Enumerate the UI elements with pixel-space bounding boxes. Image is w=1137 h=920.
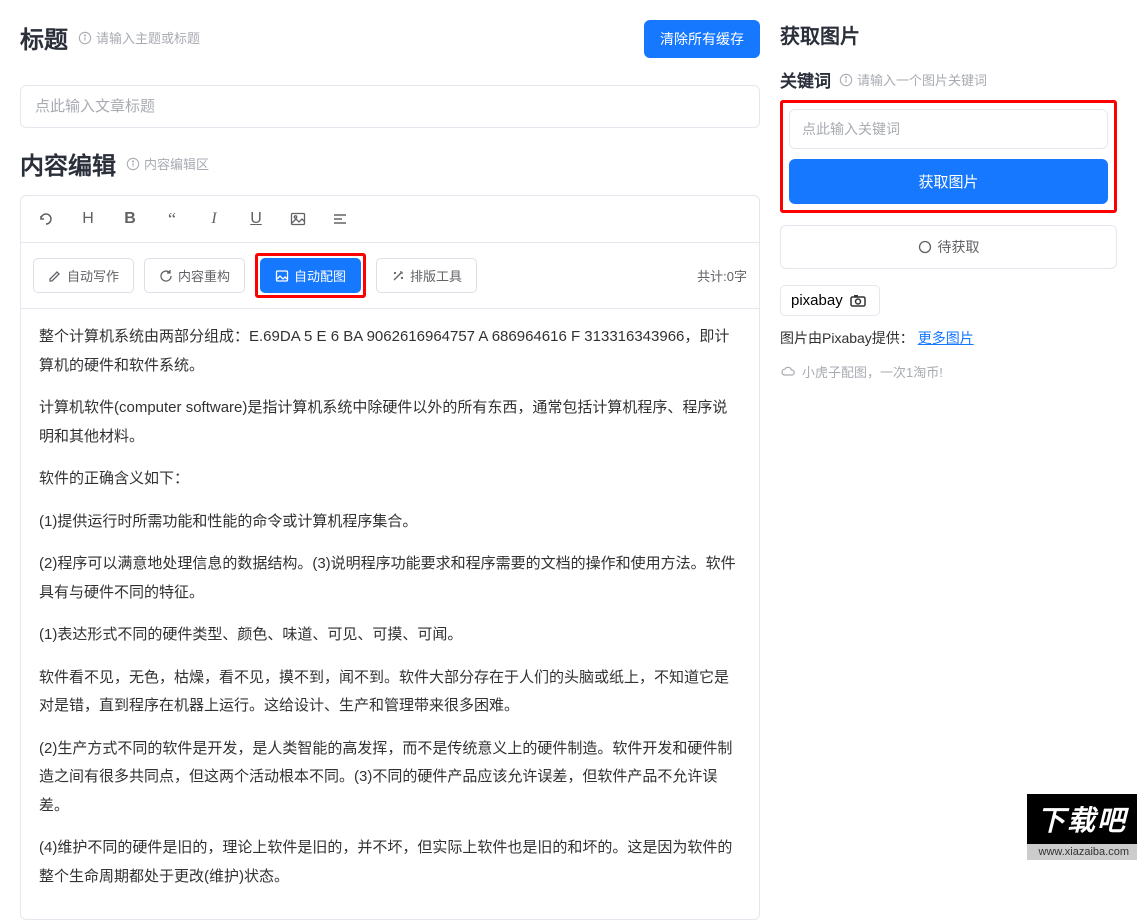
pending-button[interactable]: 待获取 xyxy=(780,225,1117,269)
content-hint: 内容编辑区 xyxy=(126,154,209,173)
info-icon xyxy=(78,31,92,45)
editor-content[interactable]: 整个计算机系统由两部分组成：E.69DA 5 E 6 BA 9062616964… xyxy=(21,309,759,919)
editor-paragraph: (2)程序可以满意地处理信息的数据结构。(3)说明程序功能要求和程序需要的文档的… xyxy=(39,550,741,607)
highlight-keyword-area: 获取图片 xyxy=(780,100,1117,213)
bold-button[interactable]: B xyxy=(115,204,145,234)
pixabay-logo: pixabay xyxy=(780,285,880,316)
keyword-hint: 请输入一个图片关键词 xyxy=(839,70,987,89)
sidebar-title: 获取图片 xyxy=(780,20,860,49)
editor-paragraph: (1)表达形式不同的硬件类型、颜色、味道、可见、可摸、可闻。 xyxy=(39,621,741,650)
highlight-auto-image: 自动配图 xyxy=(255,253,366,298)
cloud-icon xyxy=(780,366,796,378)
editor-paragraph: 计算机软件(computer software)是指计算机系统中除硬件以外的所有… xyxy=(39,394,741,451)
editor-paragraph: 软件的正确含义如下： xyxy=(39,465,741,494)
more-images-link[interactable]: 更多图片 xyxy=(918,330,974,346)
italic-button[interactable]: I xyxy=(199,204,229,234)
align-button[interactable] xyxy=(325,204,355,234)
editor-paragraph: (2)生产方式不同的软件是开发，是人类智能的高发挥，而不是传统意义上的硬件制造。… xyxy=(39,735,741,821)
provider-text: 图片由Pixabay提供： 更多图片 xyxy=(780,328,1117,348)
undo-button[interactable] xyxy=(31,204,61,234)
article-title-input[interactable] xyxy=(20,85,760,128)
cost-note: 小虎子配图，一次1淘币! xyxy=(780,362,1117,381)
image-button[interactable] xyxy=(283,204,313,234)
word-count: 共计:0字 xyxy=(697,266,747,285)
clear-cache-button[interactable]: 清除所有缓存 xyxy=(644,20,760,58)
watermark: 下载吧 www.xiazaiba.com xyxy=(1027,794,1137,860)
image-icon xyxy=(275,269,289,283)
action-row: 自动写作 内容重构 自动配图 排版工具 共计:0字 xyxy=(21,243,759,309)
info-icon xyxy=(126,157,140,171)
editor-paragraph: 整个计算机系统由两部分组成：E.69DA 5 E 6 BA 9062616964… xyxy=(39,323,741,380)
circle-icon xyxy=(918,240,932,254)
watermark-brand: 下载吧 xyxy=(1027,794,1137,844)
title-section-label: 标题 xyxy=(20,20,68,55)
title-hint: 请输入主题或标题 xyxy=(78,28,200,47)
content-section-label: 内容编辑 xyxy=(20,146,116,181)
restructure-button[interactable]: 内容重构 xyxy=(144,258,245,293)
wand-icon xyxy=(391,269,405,283)
editor-paragraph: 软件看不见，无色，枯燥，看不见，摸不到，闻不到。软件大部分存在于人们的头脑或纸上… xyxy=(39,664,741,721)
watermark-url: www.xiazaiba.com xyxy=(1027,844,1137,860)
editor-panel: H B “ I U 自动写作 内容重构 xyxy=(20,195,760,920)
keyword-label: 关键词 xyxy=(780,67,831,92)
refresh-icon xyxy=(159,269,173,283)
auto-image-button[interactable]: 自动配图 xyxy=(260,258,361,293)
fetch-image-button[interactable]: 获取图片 xyxy=(789,159,1108,204)
keyword-input[interactable] xyxy=(789,109,1108,149)
info-icon xyxy=(839,73,853,87)
quote-button[interactable]: “ xyxy=(157,204,187,234)
camera-icon xyxy=(849,294,869,308)
layout-tool-button[interactable]: 排版工具 xyxy=(376,258,477,293)
pencil-icon xyxy=(48,269,62,283)
editor-toolbar: H B “ I U xyxy=(21,196,759,243)
heading-button[interactable]: H xyxy=(73,204,103,234)
underline-button[interactable]: U xyxy=(241,204,271,234)
editor-paragraph: (4)维护不同的硬件是旧的，理论上软件是旧的，并不坏，但实际上软件也是旧的和坏的… xyxy=(39,834,741,891)
auto-write-button[interactable]: 自动写作 xyxy=(33,258,134,293)
editor-paragraph: (1)提供运行时所需功能和性能的命令或计算机程序集合。 xyxy=(39,508,741,537)
